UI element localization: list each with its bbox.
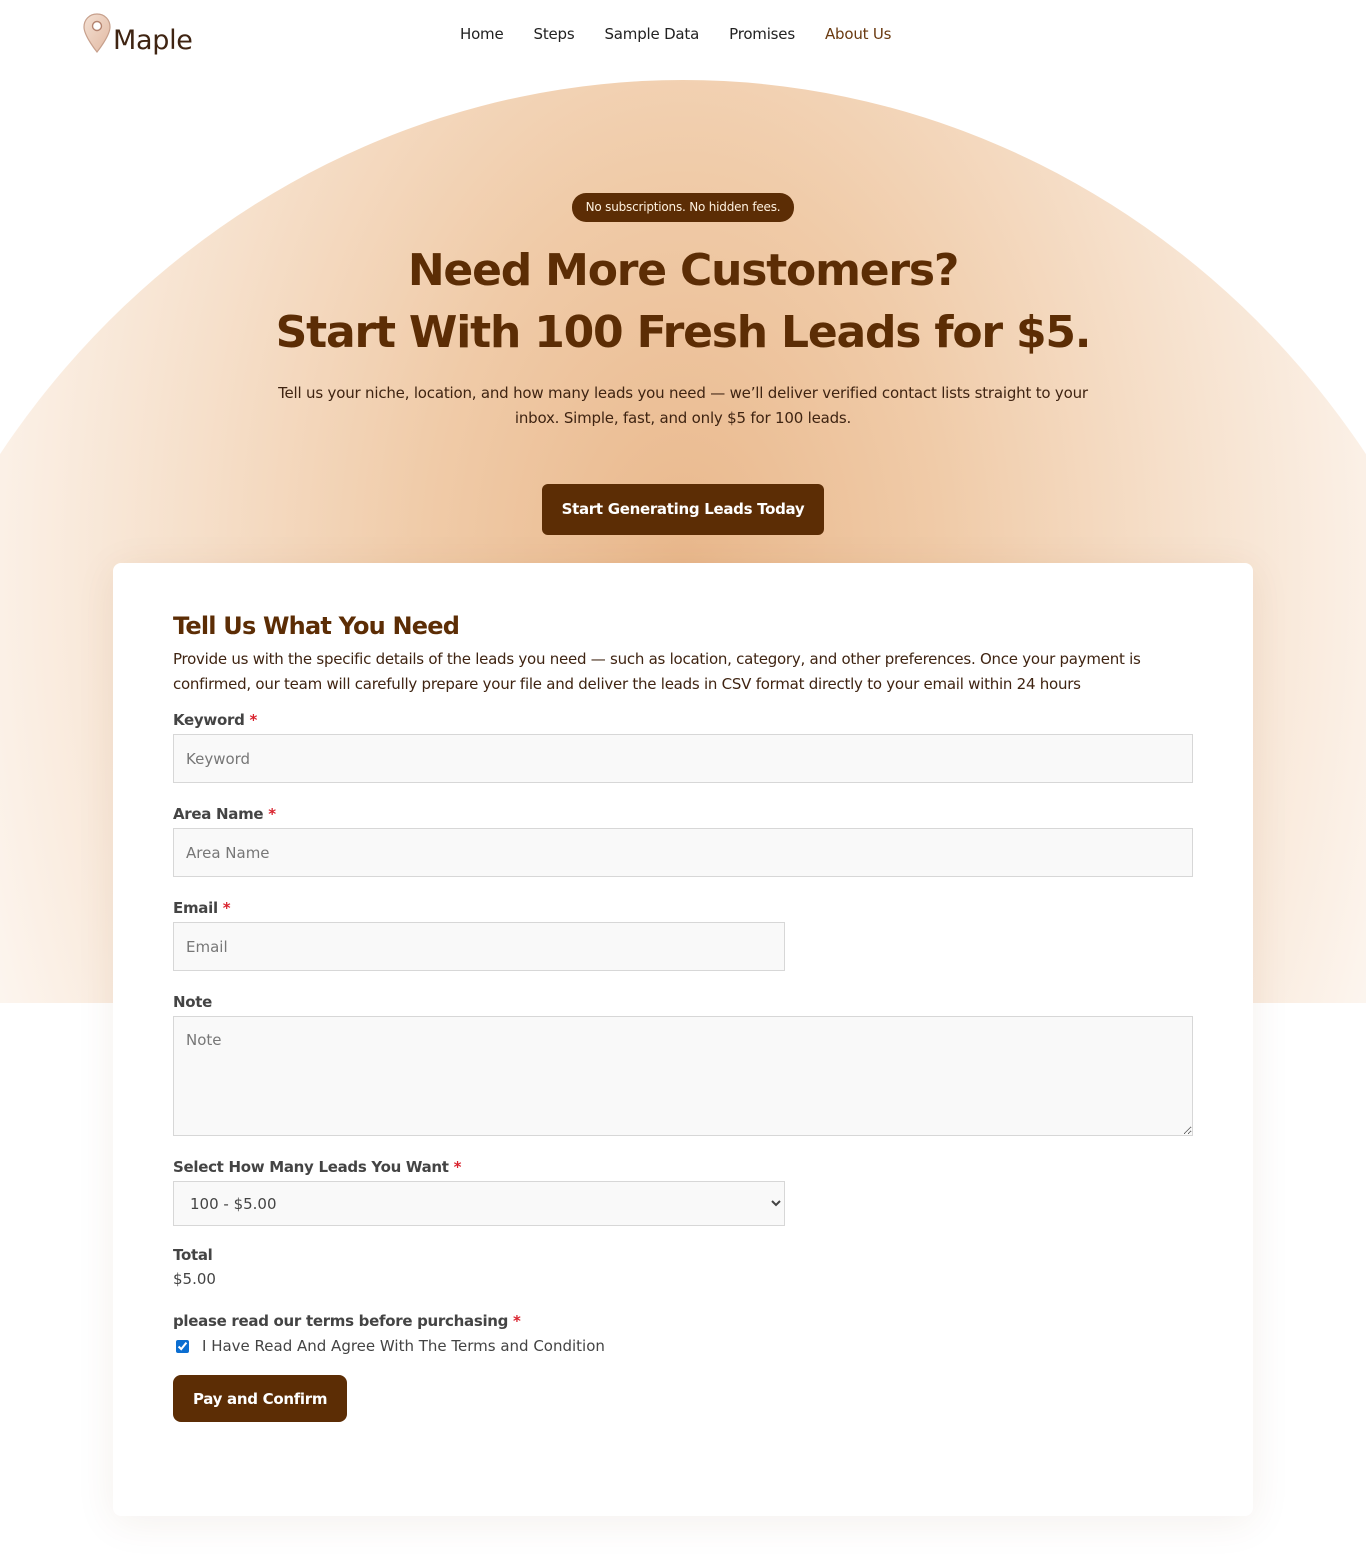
area-field-group: Area Name * xyxy=(173,804,1193,877)
hero-title: Need More Customers? Start With 100 Fres… xyxy=(0,240,1366,364)
leads-quantity-select[interactable]: 100 - $5.00 xyxy=(173,1181,785,1226)
keyword-label: Keyword * xyxy=(173,711,257,729)
required-mark: * xyxy=(513,1312,521,1330)
terms-checkbox-row: I Have Read And Agree With The Terms and… xyxy=(173,1337,1193,1355)
terms-group: please read our terms before purchasing … xyxy=(173,1311,1193,1355)
nav-about-us[interactable]: About Us xyxy=(825,25,892,43)
no-fees-badge: No subscriptions. No hidden fees. xyxy=(571,193,795,222)
required-mark: * xyxy=(222,899,231,917)
email-field-group: Email * xyxy=(173,898,1193,971)
start-generating-button[interactable]: Start Generating Leads Today xyxy=(541,484,825,535)
note-textarea[interactable] xyxy=(173,1016,1193,1136)
required-mark: * xyxy=(268,805,276,823)
leads-label: Select How Many Leads You Want * xyxy=(173,1158,462,1176)
keyword-field-group: Keyword * xyxy=(173,710,1193,783)
email-input[interactable] xyxy=(173,922,785,971)
brand-name: Maple xyxy=(113,25,193,56)
total-label: Total xyxy=(173,1246,213,1264)
terms-label: please read our terms before purchasing … xyxy=(173,1312,521,1330)
nav-home[interactable]: Home xyxy=(460,25,504,43)
brand-logo[interactable]: Maple xyxy=(82,12,193,56)
main-nav: Home Steps Sample Data Promises About Us xyxy=(460,25,891,43)
map-pin-icon xyxy=(83,13,111,53)
note-field-group: Note xyxy=(173,992,1193,1140)
nav-steps[interactable]: Steps xyxy=(534,25,575,43)
total-value: $5.00 xyxy=(173,1270,216,1288)
terms-checkbox-label[interactable]: I Have Read And Agree With The Terms and… xyxy=(202,1337,605,1355)
hero-subtitle: Tell us your niche, location, and how ma… xyxy=(278,384,1088,427)
form-description: Provide us with the specific details of … xyxy=(173,650,1141,693)
area-name-input[interactable] xyxy=(173,828,1193,877)
area-label: Area Name * xyxy=(173,805,276,823)
nav-promises[interactable]: Promises xyxy=(729,25,795,43)
hero-title-line2: Start With 100 Fresh Leads for $5. xyxy=(275,307,1092,358)
required-mark: * xyxy=(249,711,257,729)
leads-field-group: Select How Many Leads You Want * 100 - $… xyxy=(173,1157,1193,1226)
site-header: Maple Home Steps Sample Data Promises Ab… xyxy=(0,0,1366,72)
hero-title-line1: Need More Customers? xyxy=(407,245,960,296)
nav-sample-data[interactable]: Sample Data xyxy=(604,25,699,43)
keyword-input[interactable] xyxy=(173,734,1193,783)
note-label: Note xyxy=(173,993,213,1011)
email-label: Email * xyxy=(173,899,231,917)
total-group: Total $5.00 xyxy=(173,1246,1193,1288)
form-title: Tell Us What You Need xyxy=(173,612,460,640)
hero-section: No subscriptions. No hidden fees. Need M… xyxy=(0,193,1366,535)
required-mark: * xyxy=(453,1158,462,1176)
pay-and-confirm-button[interactable]: Pay and Confirm xyxy=(173,1375,348,1422)
lead-request-form: Tell Us What You Need Provide us with th… xyxy=(113,563,1253,1516)
terms-checkbox[interactable] xyxy=(176,1339,189,1353)
